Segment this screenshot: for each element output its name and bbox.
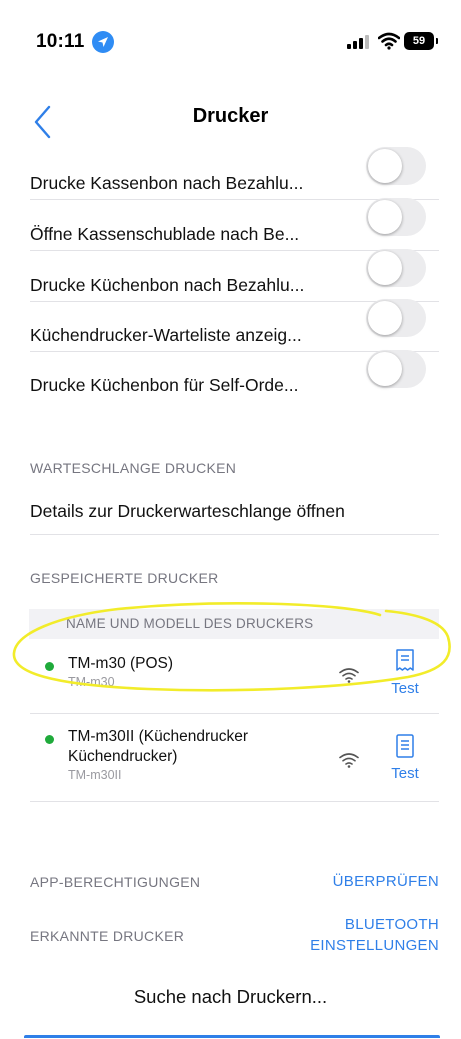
search-printers-button[interactable]: Suche nach Druckern... [0, 986, 461, 1008]
printer-name[interactable]: TM-m30II (Küchendrucker [68, 727, 248, 746]
setting-open-drawer-toggle[interactable] [366, 198, 426, 236]
queue-section-header: WARTESCHLANGE DRUCKEN [30, 460, 237, 476]
wifi-connection-icon [339, 752, 359, 773]
setting-kitchen-queue-label: Küchendrucker-Warteliste anzeig... [30, 325, 302, 345]
bluetooth-settings-line2: EINSTELLUNGEN [310, 937, 439, 954]
setting-kitchen-receipt-toggle[interactable] [366, 249, 426, 287]
wifi-status-icon [377, 32, 401, 55]
location-arrow-icon [92, 31, 114, 53]
test-button-label: Test [391, 765, 419, 782]
test-print-button[interactable]: Test [385, 733, 425, 782]
bottom-bar [24, 1035, 440, 1038]
cellular-signal-icon [347, 35, 369, 49]
setting-kitchen-receipt-label: Drucke Küchenbon nach Bezahlu... [30, 275, 305, 295]
divider [30, 801, 439, 802]
bluetooth-settings-line1: BLUETOOTH [344, 916, 439, 933]
printer-name-line2: Küchendrucker) [68, 748, 178, 765]
hand-drawn-highlight-circle [12, 602, 451, 692]
app-permissions-label: APP-BERECHTIGUNGEN [30, 874, 201, 890]
setting-self-order-label: Drucke Küchenbon für Self-Orde... [30, 375, 299, 395]
queue-details-link[interactable]: Details zur Druckerwarteschlange öffnen [30, 501, 345, 522]
page-title: Drucker [192, 105, 269, 127]
setting-print-receipt-toggle[interactable] [366, 147, 426, 185]
divider [30, 534, 439, 535]
document-icon [396, 734, 414, 758]
setting-kitchen-queue-toggle[interactable] [366, 299, 426, 337]
setting-self-order-toggle[interactable] [366, 350, 426, 388]
divider [30, 713, 439, 714]
saved-printers-header: GESPEICHERTE DRUCKER [30, 570, 219, 586]
setting-print-receipt-label: Drucke Kassenbon nach Bezahlu... [30, 173, 304, 193]
bluetooth-settings-link[interactable]: BLUETOOTH EINSTELLUNGEN [310, 914, 439, 956]
detected-printers-label: ERKANNTE DRUCKER [30, 928, 185, 944]
battery-icon: 59 [404, 32, 438, 50]
setting-open-drawer-label: Öffne Kassenschublade nach Be... [30, 224, 300, 244]
check-permissions-link[interactable]: ÜBERPRÜFEN [333, 873, 439, 890]
printer-model: TM-m30II [68, 768, 122, 782]
status-time: 10:11 [36, 31, 85, 52]
online-status-dot [45, 735, 54, 744]
